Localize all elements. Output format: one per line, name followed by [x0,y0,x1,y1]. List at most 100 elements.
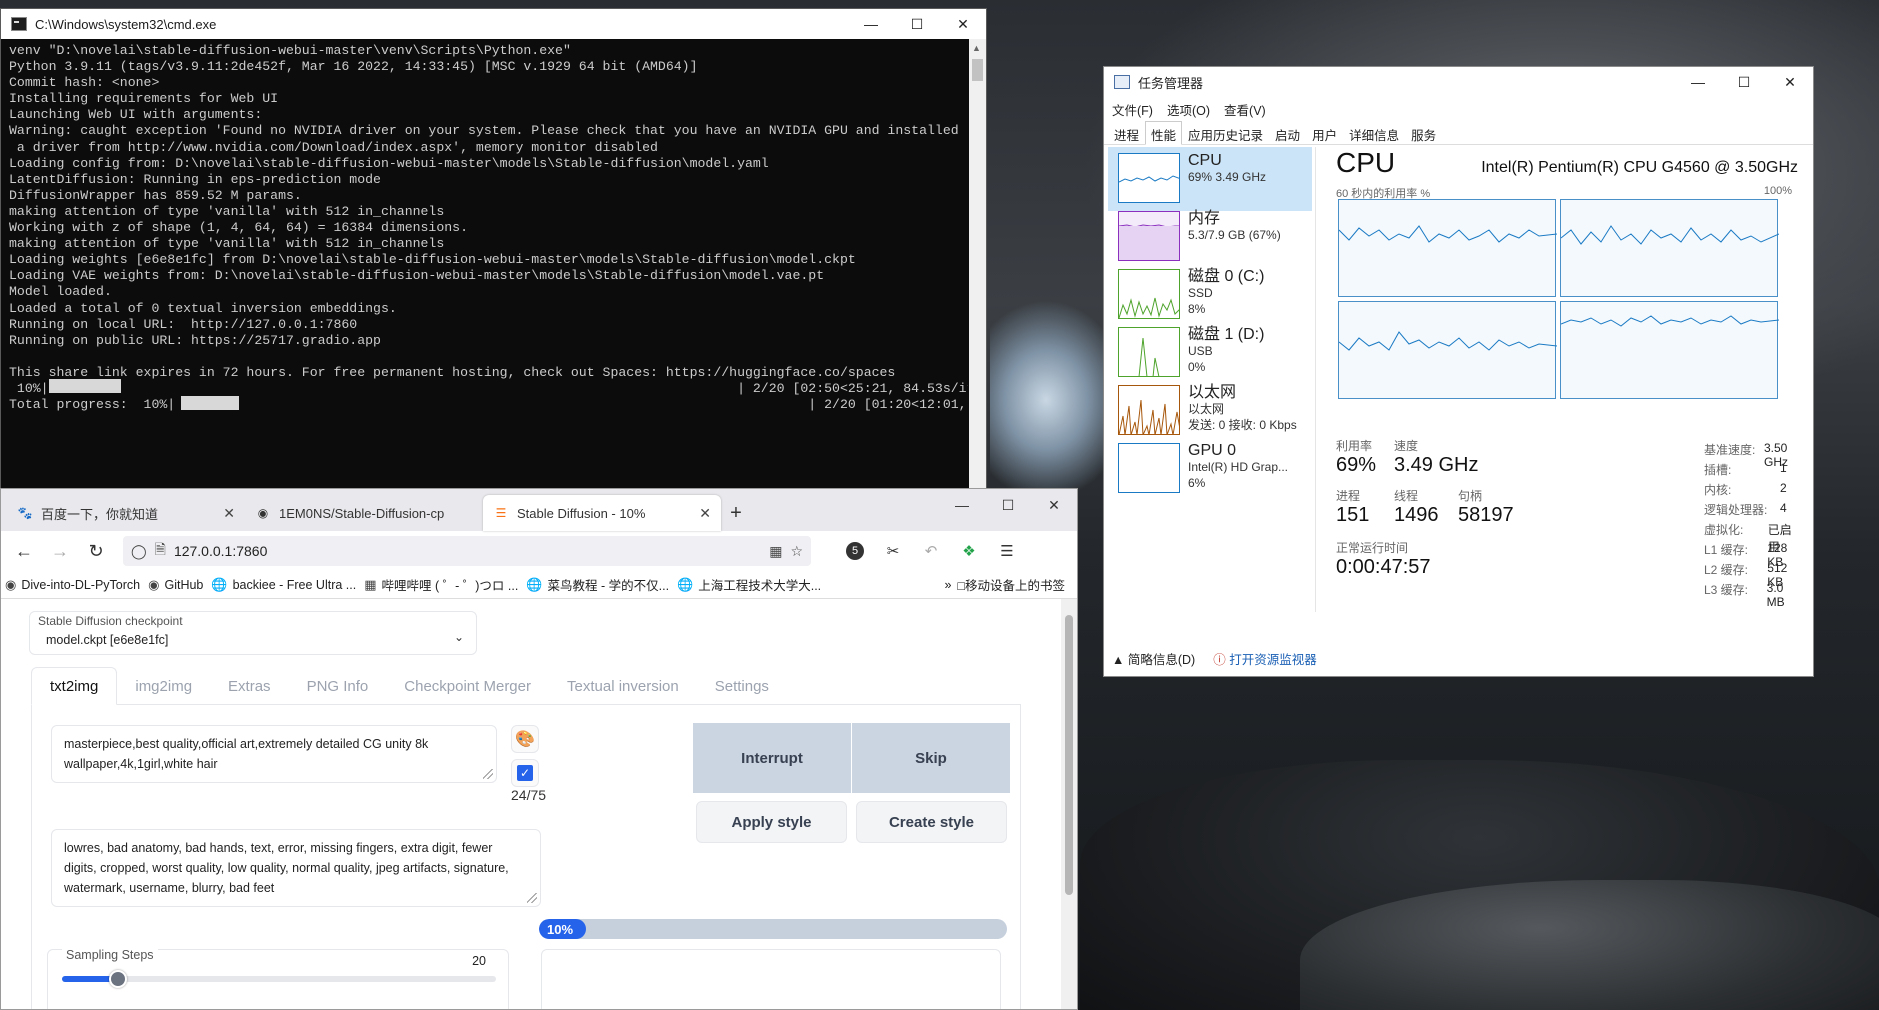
browser-tab-stable-diffusion[interactable]: ☰ Stable Diffusion - 10% ✕ [483,495,721,531]
forward-button[interactable]: → [45,536,75,566]
tab-performance[interactable]: 性能 [1145,121,1183,145]
resource-gpu[interactable]: GPU 0 Intel(R) HD Grap... 6% [1108,437,1312,501]
crop-icon[interactable]: ✂ [879,536,907,566]
tab-label: 1EM0NS/Stable-Diffusion-cp [279,505,445,521]
new-tab-button[interactable]: + [721,495,751,531]
checkbox-icon[interactable]: ✓ [511,759,539,787]
skip-button[interactable]: Skip [852,723,1010,793]
open-resource-monitor-link[interactable]: ⓘ 打开资源监视器 [1213,649,1317,668]
back-button[interactable]: ← [9,536,39,566]
resource-ethernet[interactable]: 以太网 以太网 发送: 0 接收: 0 Kbps [1108,379,1312,443]
cmd-titlebar[interactable]: C:\Windows\system32\cmd.exe — ☐ ✕ [1,9,986,39]
bookmark-star-icon[interactable]: ☆ [790,543,803,560]
create-style-button[interactable]: Create style [856,801,1007,843]
scrollbar-thumb[interactable] [972,59,983,81]
browser-window[interactable]: 🐾 百度一下，你就知道 ✕ ◉ 1EM0NS/Stable-Diffusion-… [0,488,1078,1010]
apply-style-button[interactable]: Apply style [696,801,847,843]
disk0-mini-graph [1118,269,1180,319]
taskmgr-titlebar[interactable]: 任务管理器 — ☐ ✕ [1104,67,1813,97]
close-button[interactable]: ✕ [1031,489,1077,521]
browser-tab-github[interactable]: ◉ 1EM0NS/Stable-Diffusion-cp [245,495,483,531]
task-manager-window[interactable]: 任务管理器 — ☐ ✕ 文件(F) 选项(O) 查看(V) 进程 性能 应用历史… [1103,66,1814,677]
bookmark-item[interactable]: 🌐 菜鸟教程 - 学的不仅... [526,575,677,594]
reload-button[interactable]: ↻ [81,536,111,566]
checkpoint-dropdown[interactable]: Stable Diffusion checkpoint model.ckpt [… [29,611,477,655]
console-output[interactable]: venv "D:\novelai\stable-diffusion-webui-… [9,43,968,413]
fewer-details-button[interactable]: ▲ 简略信息(D) [1112,649,1195,668]
prompt-textarea[interactable]: masterpiece,best quality,official art,ex… [51,725,497,783]
negative-prompt-textarea[interactable]: lowres, bad anatomy, bad hands, text, er… [51,829,541,907]
cmd-title: C:\Windows\system32\cmd.exe [35,16,217,32]
interrupt-button[interactable]: Interrupt [693,723,851,793]
scroll-up-icon[interactable]: ▲ [972,43,981,53]
gradio-icon: ☰ [495,506,507,520]
page-scrollbar[interactable] [1061,599,1077,1009]
tab-details[interactable]: 详细信息 [1343,121,1405,144]
resource-detail: 以太网 [1188,402,1225,416]
tab-services[interactable]: 服务 [1405,121,1442,144]
sampling-steps-slider[interactable] [62,970,496,988]
extension-icon[interactable]: ❖ [955,536,983,566]
bookmark-item[interactable]: 🌐 上海工程技术大学大... [677,575,829,594]
cmd-window[interactable]: C:\Windows\system32\cmd.exe — ☐ ✕ venv "… [0,8,987,490]
tab-extras[interactable]: Extras [210,667,289,705]
resource-cpu[interactable]: CPU 69% 3.49 GHz [1108,147,1312,211]
close-button[interactable]: ✕ [940,9,986,39]
slider-handle[interactable] [109,970,128,988]
undo-icon[interactable]: ↶ [917,536,945,566]
menu-icon[interactable]: ☰ [993,536,1021,566]
bookmark-label: 上海工程技术大学大... [698,579,822,593]
chevron-up-icon: ▲ [1112,653,1125,667]
tab-img2img[interactable]: img2img [117,667,210,705]
palette-icon[interactable]: 🎨 [511,725,539,753]
maximize-button[interactable]: ☐ [1721,67,1767,97]
url-text[interactable]: 127.0.0.1:7860 [174,543,761,559]
utilization-value: 69% [1336,454,1377,476]
resource-disk-0[interactable]: 磁盘 0 (C:) SSD 8% [1108,263,1312,327]
bookmark-item[interactable]: ▦ 哔哩哔哩 ( ゜- ゜)つロ ... [364,575,526,594]
browser-tab-baidu[interactable]: 🐾 百度一下，你就知道 ✕ [7,495,245,531]
close-tab-icon[interactable]: ✕ [223,505,235,522]
menu-file[interactable]: 文件(F) [1112,100,1153,119]
minimize-button[interactable]: — [1675,67,1721,97]
extension-badge-button[interactable]: 5 [841,536,869,566]
minimize-button[interactable]: — [848,9,894,39]
close-tab-icon[interactable]: ✕ [699,505,711,522]
bookmark-item[interactable]: ◉ GitHub [148,577,211,593]
menu-view[interactable]: 查看(V) [1224,100,1266,119]
tab-startup[interactable]: 启动 [1269,121,1306,144]
close-button[interactable]: ✕ [1767,67,1813,97]
resource-disk-1[interactable]: 磁盘 1 (D:) USB 0% [1108,321,1312,385]
browser-tabstrip: 🐾 百度一下，你就知道 ✕ ◉ 1EM0NS/Stable-Diffusion-… [1,489,1077,531]
bookmark-item[interactable]: 🌐 backiee - Free Ultra ... [211,577,364,593]
minimize-button[interactable]: — [939,489,985,521]
address-bar[interactable]: ◯ 🗎 127.0.0.1:7860 ▦ ☆ [123,536,811,566]
tab-checkpoint-merger[interactable]: Checkpoint Merger [386,667,549,705]
tab-txt2img[interactable]: txt2img [31,667,118,705]
memory-mini-graph [1118,211,1180,261]
resize-handle[interactable] [527,893,537,903]
maximize-button[interactable]: ☐ [985,489,1031,521]
resource-memory[interactable]: 内存 5.3/7.9 GB (67%) [1108,205,1312,269]
checkpoint-value[interactable]: model.ckpt [e6e8e1fc] [46,633,168,647]
shield-icon[interactable]: ◯ [131,543,147,560]
chevron-more-icon[interactable]: » [944,578,951,592]
tab-settings[interactable]: Settings [697,667,787,705]
tab-app-history[interactable]: 应用历史记录 [1182,121,1269,144]
mobile-bookmarks-folder[interactable]: □移动设备上的书签 [957,575,1065,594]
tab-processes[interactable]: 进程 [1108,121,1145,144]
qr-code-icon[interactable]: ▦ [769,543,782,560]
sampling-steps-value[interactable]: 20 [472,954,486,968]
console-scrollbar[interactable]: ▲ [969,39,986,489]
bookmark-item[interactable]: ◉ Dive-into-DL-PyTorch [5,577,148,593]
resize-handle[interactable] [483,769,493,779]
menu-options[interactable]: 选项(O) [1167,100,1210,119]
cpu-core-graph [1338,301,1558,399]
scrollbar-thumb[interactable] [1065,615,1073,895]
tab-png-info[interactable]: PNG Info [289,667,387,705]
tab-textual-inversion[interactable]: Textual inversion [549,667,697,705]
tab-users[interactable]: 用户 [1306,121,1343,144]
detail-row: L3 缓存: 3.0 MB [1704,581,1798,609]
maximize-button[interactable]: ☐ [894,9,940,39]
chevron-down-icon[interactable]: ⌄ [454,630,464,644]
